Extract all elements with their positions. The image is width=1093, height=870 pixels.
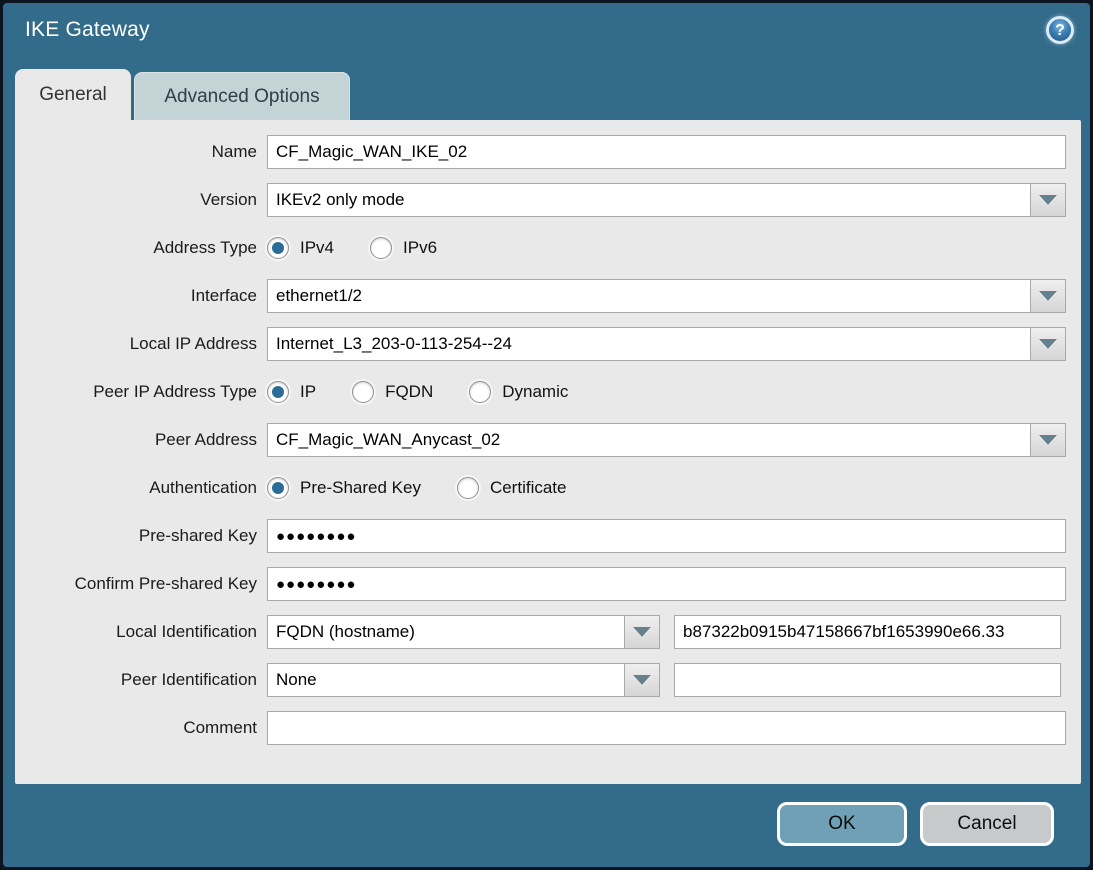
peer-identification-label: Peer Identification	[15, 670, 267, 690]
radio-peer-fqdn-label: FQDN	[385, 382, 433, 402]
peer-identification-type-combobox	[267, 663, 660, 697]
name-input[interactable]	[267, 135, 1066, 169]
peer-address-label: Peer Address	[15, 430, 267, 450]
psk-label: Pre-shared Key	[15, 526, 267, 546]
radio-peer-dynamic[interactable]	[469, 381, 491, 403]
chevron-down-icon	[1039, 339, 1057, 349]
cancel-button[interactable]: Cancel	[920, 802, 1054, 846]
general-tab-panel: Name Version Address Type IPv4	[15, 120, 1081, 784]
psk-input[interactable]	[267, 519, 1066, 553]
chevron-down-icon	[1039, 435, 1057, 445]
interface-input[interactable]	[267, 279, 1031, 313]
local-identification-label: Local Identification	[15, 622, 267, 642]
form-row-version: Version	[15, 183, 1081, 217]
form-row-authentication: Authentication Pre-Shared Key Certificat…	[15, 471, 1081, 505]
interface-label: Interface	[15, 286, 267, 306]
radio-peer-ip[interactable]	[267, 381, 289, 403]
radio-ipv6[interactable]	[370, 237, 392, 259]
local-identification-type-input[interactable]	[267, 615, 625, 649]
peer-identification-type-input[interactable]	[267, 663, 625, 697]
comment-label: Comment	[15, 718, 267, 738]
authentication-label: Authentication	[15, 478, 267, 498]
ok-button[interactable]: OK	[777, 802, 907, 846]
radio-certificate[interactable]	[457, 477, 479, 499]
version-combobox	[267, 183, 1066, 217]
local-identification-value-input[interactable]	[674, 615, 1061, 649]
radio-pre-shared-key-label: Pre-Shared Key	[300, 478, 421, 498]
radio-certificate-label: Certificate	[490, 478, 567, 498]
peer-address-input[interactable]	[267, 423, 1031, 457]
name-label: Name	[15, 142, 267, 162]
tab-bar: General Advanced Options	[15, 69, 350, 120]
form-row-comment: Comment	[15, 711, 1081, 745]
radio-peer-dynamic-label: Dynamic	[502, 382, 568, 402]
tab-general[interactable]: General	[15, 69, 131, 120]
form-row-psk: Pre-shared Key	[15, 519, 1081, 553]
form-row-peer-identification: Peer Identification	[15, 663, 1081, 697]
interface-combobox	[267, 279, 1066, 313]
local-ip-combobox	[267, 327, 1066, 361]
version-label: Version	[15, 190, 267, 210]
peer-identification-value-input[interactable]	[674, 663, 1061, 697]
radio-ipv4[interactable]	[267, 237, 289, 259]
form-row-local-identification: Local Identification	[15, 615, 1081, 649]
form-row-peer-address: Peer Address	[15, 423, 1081, 457]
form-row-name: Name	[15, 135, 1081, 169]
chevron-down-icon	[1039, 195, 1057, 205]
dialog-title: IKE Gateway	[25, 18, 150, 42]
help-icon[interactable]: ?	[1046, 16, 1074, 44]
local-identification-type-combobox	[267, 615, 660, 649]
dialog-footer: OK Cancel	[777, 802, 1054, 846]
ike-gateway-dialog: IKE Gateway ? General Advanced Options N…	[0, 0, 1093, 870]
chevron-down-icon	[633, 627, 651, 637]
radio-peer-fqdn[interactable]	[352, 381, 374, 403]
radio-pre-shared-key[interactable]	[267, 477, 289, 499]
chevron-down-icon	[1039, 291, 1057, 301]
form-row-psk-confirm: Confirm Pre-shared Key	[15, 567, 1081, 601]
peer-address-combobox	[267, 423, 1066, 457]
version-input[interactable]	[267, 183, 1031, 217]
address-type-label: Address Type	[15, 238, 267, 258]
radio-peer-ip-label: IP	[300, 382, 316, 402]
form-row-address-type: Address Type IPv4 IPv6	[15, 231, 1081, 265]
psk-confirm-input[interactable]	[267, 567, 1066, 601]
radio-ipv4-label: IPv4	[300, 238, 334, 258]
form-row-local-ip: Local IP Address	[15, 327, 1081, 361]
interface-dropdown-button[interactable]	[1030, 279, 1066, 313]
radio-ipv6-label: IPv6	[403, 238, 437, 258]
local-identification-dropdown-button[interactable]	[624, 615, 660, 649]
form-row-peer-ip-type: Peer IP Address Type IP FQDN Dynamic	[15, 375, 1081, 409]
peer-address-dropdown-button[interactable]	[1030, 423, 1066, 457]
local-ip-label: Local IP Address	[15, 334, 267, 354]
peer-identification-dropdown-button[interactable]	[624, 663, 660, 697]
local-ip-input[interactable]	[267, 327, 1031, 361]
local-ip-dropdown-button[interactable]	[1030, 327, 1066, 361]
chevron-down-icon	[633, 675, 651, 685]
psk-confirm-label: Confirm Pre-shared Key	[15, 574, 267, 594]
tab-advanced-options[interactable]: Advanced Options	[134, 72, 350, 120]
peer-ip-type-label: Peer IP Address Type	[15, 382, 267, 402]
version-dropdown-button[interactable]	[1030, 183, 1066, 217]
form-row-interface: Interface	[15, 279, 1081, 313]
comment-input[interactable]	[267, 711, 1066, 745]
